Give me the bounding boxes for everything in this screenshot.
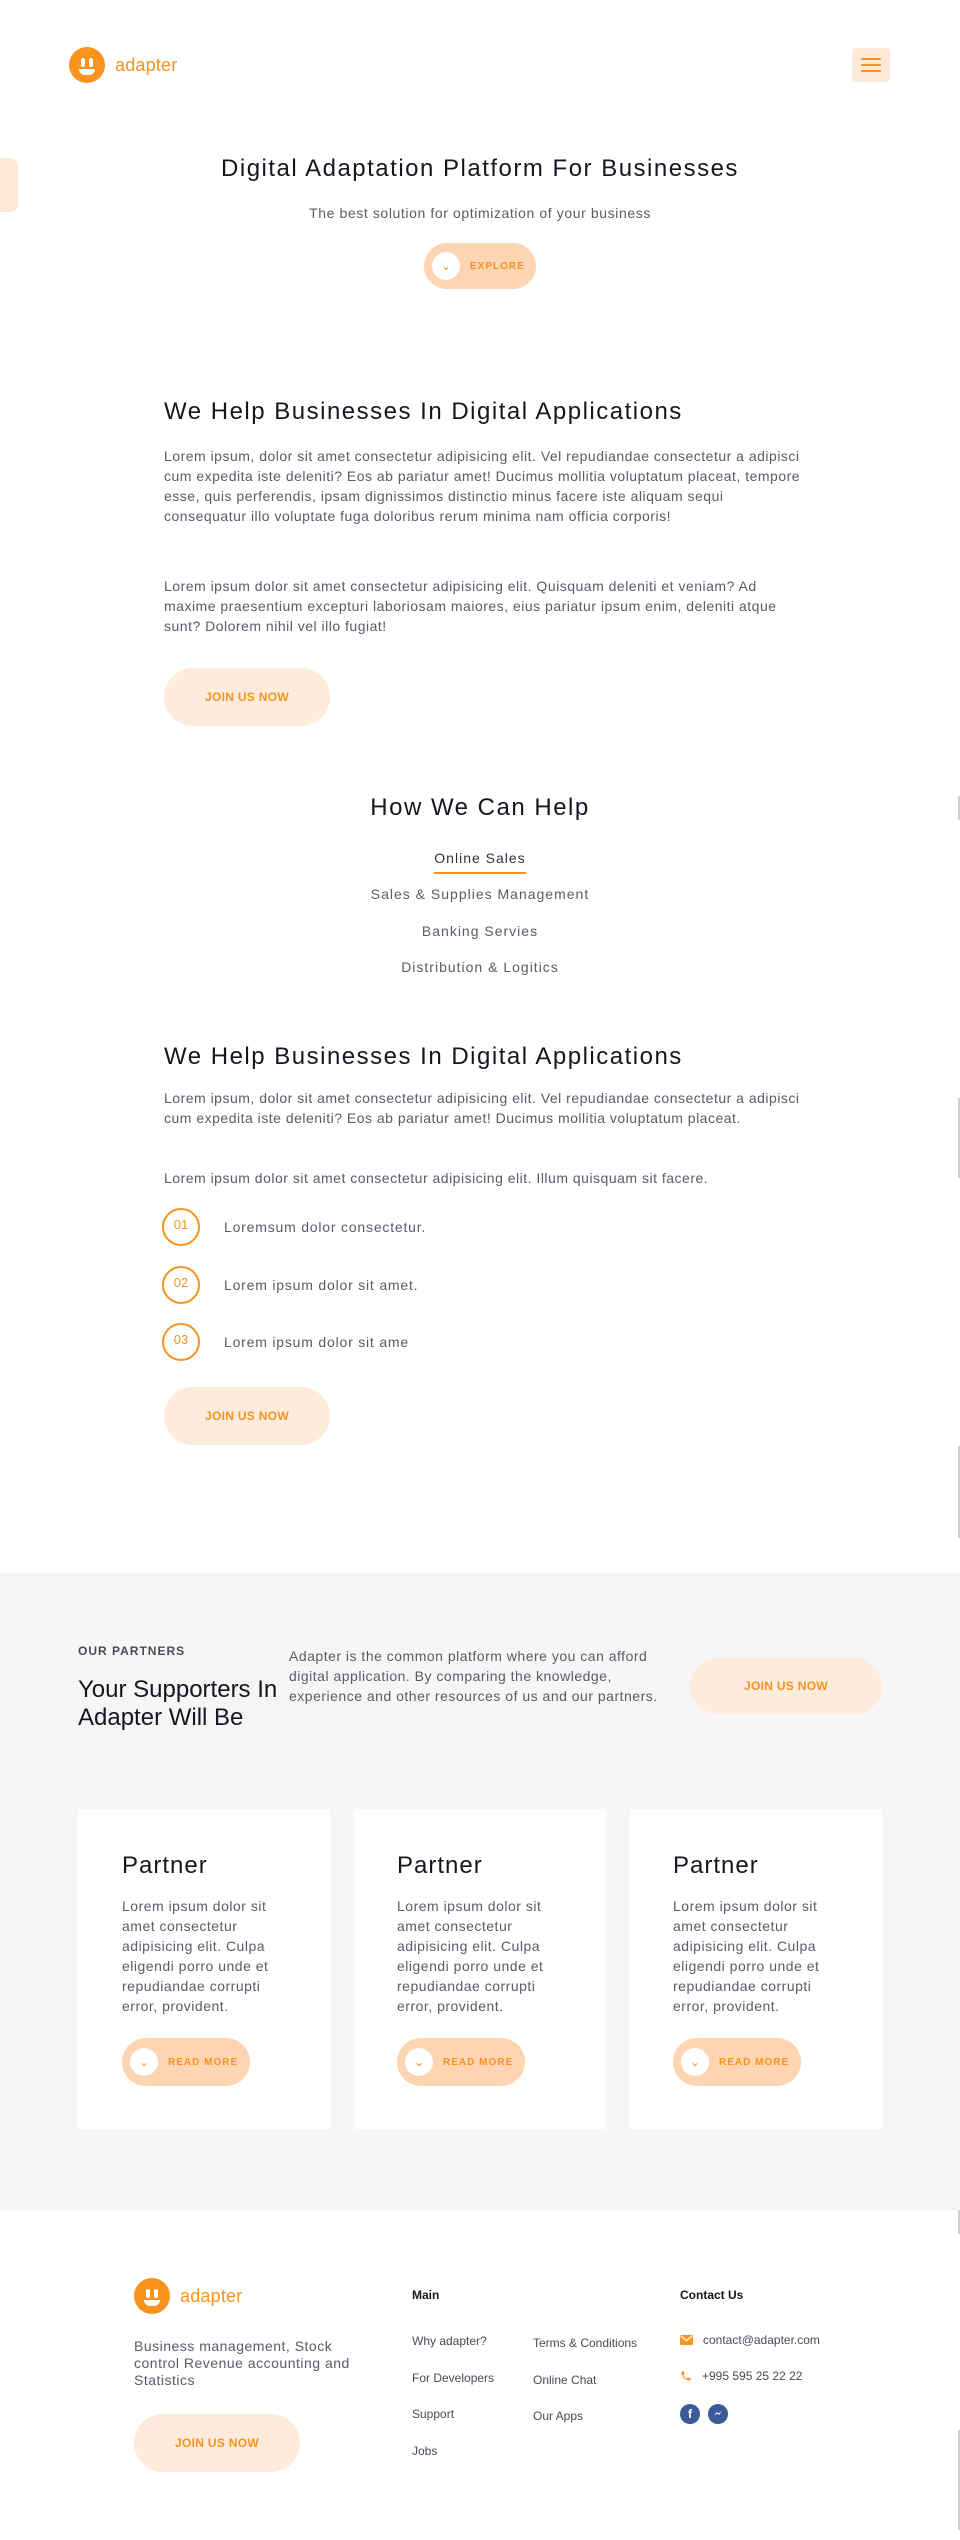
- list-item: 01 Loremsum dolor consectetur.: [162, 1208, 426, 1246]
- explore-label: EXPLORE: [470, 260, 525, 272]
- section2-paragraph-2: Lorem ipsum dolor sit amet consectetur a…: [164, 1170, 709, 1186]
- section2-paragraph-1: Lorem ipsum, dolor sit amet consectetur …: [164, 1090, 800, 1126]
- adapter-logo-icon: [69, 47, 105, 83]
- section2-title: We Help Businesses In Digital Applicatio…: [164, 1043, 683, 1070]
- step-text: Lorem ipsum dolor sit amet.: [224, 1277, 419, 1293]
- list-item: 02 Lorem ipsum dolor sit amet.: [162, 1266, 418, 1304]
- step-text: Lorem ipsum dolor sit ame: [224, 1334, 409, 1350]
- read-more-button[interactable]: ⌄ READ MORE: [673, 2038, 801, 2086]
- partner-card-text: Lorem ipsum dolor sit amet consectetur a…: [397, 1898, 544, 2014]
- chevron-down-icon: ⌄: [432, 252, 460, 280]
- menu-line: [861, 64, 881, 66]
- footer-link-why[interactable]: Why adapter?: [412, 2334, 487, 2348]
- step-number: 02: [162, 1266, 200, 1304]
- chevron-down-icon: ⌄: [681, 2048, 709, 2076]
- phone-text: +995 595 25 22 22: [702, 2369, 803, 2383]
- step-number: 03: [162, 1323, 200, 1361]
- join-us-button[interactable]: JOIN US NOW: [164, 1387, 330, 1445]
- explore-button[interactable]: ⌄ EXPLORE: [424, 243, 536, 289]
- footer-join-button[interactable]: JOIN US NOW: [134, 2414, 300, 2472]
- read-more-button[interactable]: ⌄ READ MORE: [397, 2038, 525, 2086]
- step-text: Loremsum dolor consectetur.: [224, 1219, 427, 1235]
- read-more-label: READ MORE: [443, 2056, 514, 2068]
- mail-icon: [680, 2335, 693, 2345]
- footer-link-jobs[interactable]: Jobs: [412, 2444, 437, 2458]
- partners-description: Adapter is the common platform where you…: [289, 1648, 658, 1704]
- partner-card-title: Partner: [673, 1852, 759, 1879]
- menu-line: [861, 70, 881, 72]
- partner-card-text: Lorem ipsum dolor sit amet consectetur a…: [673, 1898, 820, 2014]
- help-title: How We Can Help: [370, 794, 590, 821]
- section1-paragraph-1: Lorem ipsum, dolor sit amet consectetur …: [164, 448, 801, 524]
- footer-link-terms[interactable]: Terms & Conditions: [533, 2336, 637, 2350]
- read-more-label: READ MORE: [168, 2056, 239, 2068]
- email-text: contact@adapter.com: [703, 2333, 820, 2347]
- footer-link-developers[interactable]: For Developers: [412, 2371, 494, 2385]
- footer-link-support[interactable]: Support: [412, 2407, 454, 2421]
- footer-logo[interactable]: adapter: [134, 2278, 242, 2314]
- join-us-button[interactable]: JOIN US NOW: [164, 668, 330, 726]
- adapter-logo-icon: [134, 2278, 170, 2314]
- messenger-icon[interactable]: [708, 2404, 728, 2424]
- help-item-sales-supplies[interactable]: Sales & Supplies Management: [0, 886, 960, 902]
- social-links: f: [680, 2404, 728, 2424]
- hero-subtitle: The best solution for optimization of yo…: [309, 205, 651, 221]
- footer-brand-name: adapter: [180, 2285, 243, 2306]
- footer-link-apps[interactable]: Our Apps: [533, 2409, 583, 2423]
- partners-title: Your Supporters In Adapter Will Be: [78, 1676, 278, 1731]
- partner-card-title: Partner: [122, 1852, 208, 1879]
- help-item-distribution[interactable]: Distribution & Logitics: [0, 959, 960, 975]
- hamburger-menu-button[interactable]: [852, 48, 890, 82]
- partner-card-text: Lorem ipsum dolor sit amet consectetur a…: [122, 1898, 269, 2014]
- brand-name: adapter: [115, 54, 178, 75]
- footer-contact-heading: Contact Us: [680, 2288, 744, 2302]
- footer-phone[interactable]: +995 595 25 22 22: [680, 2369, 802, 2383]
- partners-join-button[interactable]: JOIN US NOW: [690, 1658, 882, 1714]
- chevron-down-icon: ⌄: [130, 2048, 158, 2076]
- read-more-label: READ MORE: [719, 2056, 790, 2068]
- menu-line: [861, 58, 881, 60]
- chevron-down-icon: ⌄: [405, 2048, 433, 2076]
- section1-title: We Help Businesses In Digital Applicatio…: [164, 398, 683, 425]
- hero-title: Digital Adaptation Platform For Business…: [221, 155, 739, 182]
- partner-card-title: Partner: [397, 1852, 483, 1879]
- brand-logo[interactable]: adapter: [69, 47, 177, 83]
- footer-tagline: Business management, Stock control Reven…: [134, 2338, 350, 2388]
- facebook-icon[interactable]: f: [680, 2404, 700, 2424]
- read-more-button[interactable]: ⌄ READ MORE: [122, 2038, 250, 2086]
- list-item: 03 Lorem ipsum dolor sit ame: [162, 1323, 409, 1361]
- section1-paragraph-2: Lorem ipsum dolor sit amet consectetur a…: [164, 578, 777, 634]
- footer-main-heading: Main: [412, 2288, 440, 2302]
- footer-link-chat[interactable]: Online Chat: [533, 2373, 596, 2387]
- footer-email[interactable]: contact@adapter.com: [680, 2333, 820, 2347]
- phone-icon: [681, 2371, 691, 2381]
- help-item-banking[interactable]: Banking Servies: [0, 923, 960, 939]
- step-number: 01: [162, 1208, 200, 1246]
- help-item-online-sales[interactable]: Online Sales: [0, 850, 960, 874]
- partners-eyebrow: OUR PARTNERS: [78, 1644, 186, 1658]
- messenger-bolt-icon: [714, 2411, 722, 2416]
